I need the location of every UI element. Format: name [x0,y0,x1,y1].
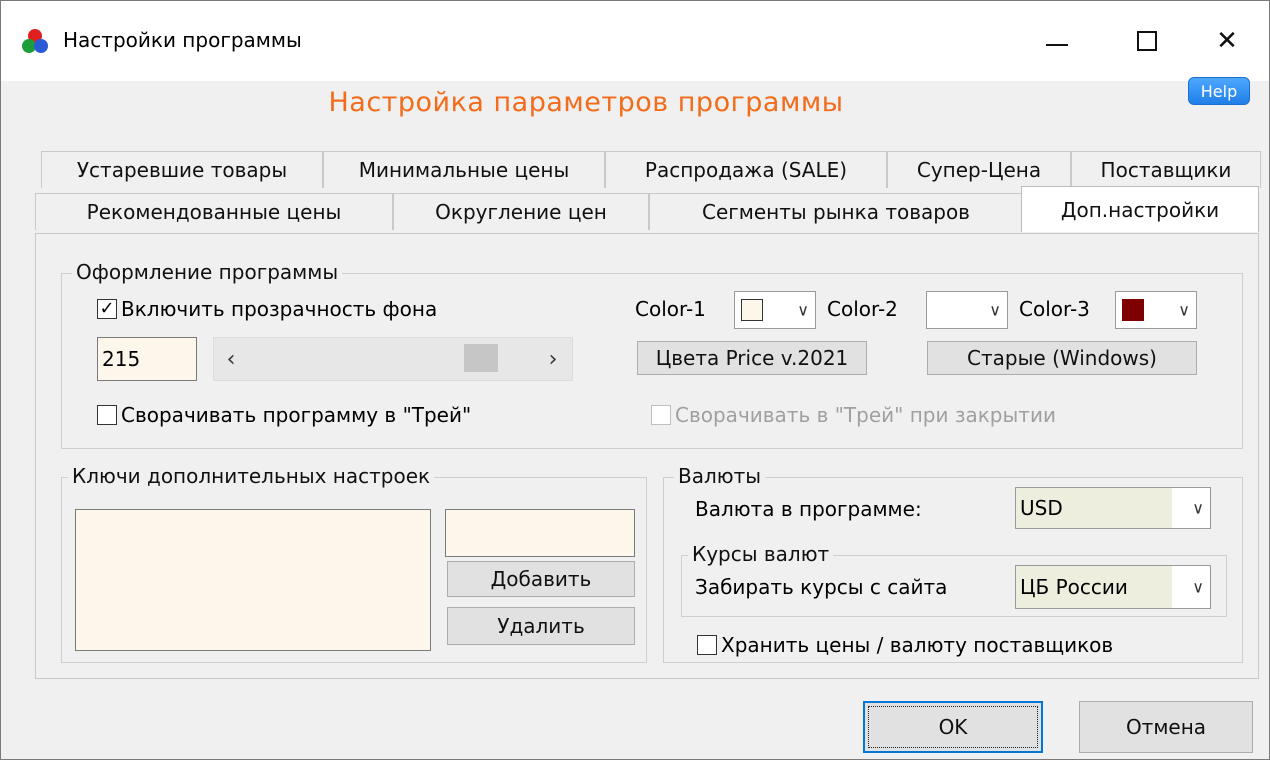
tab-suppliers[interactable]: Поставщики [1071,151,1261,188]
chevron-down-icon: ∨ [797,300,809,320]
key-input[interactable] [445,509,635,557]
currency-group-label: Валюты [674,464,766,488]
scroll-right-arrow-icon[interactable]: › [538,338,568,380]
currency-value: USD [1016,488,1172,528]
color1-label: Color-1 [635,297,706,321]
title-bar: Настройки программы ✕ [1,1,1269,81]
page-heading: Настройка параметров программы [328,87,844,118]
minimize-icon [1046,44,1068,46]
rates-group-label: Курсы валют [688,542,834,566]
tab-extra-settings[interactable]: Доп.настройки [1021,186,1259,232]
chevron-down-icon: ∨ [989,300,1001,320]
currency-label: Валюта в программе: [695,497,922,521]
tray-close-checkbox-box [651,405,671,425]
maximize-button[interactable] [1101,1,1193,81]
tab-price-rounding[interactable]: Округление цен [393,193,649,230]
store-prices-checkbox[interactable]: Хранить цены / валюту поставщиков [697,633,1113,657]
window-title: Настройки программы [63,28,302,52]
store-prices-checkbox-box[interactable] [697,635,717,655]
transparency-slider[interactable]: ‹ › [213,337,573,381]
focus-ring [868,706,1038,748]
tray-checkbox[interactable]: Сворачивать программу в "Трей" [97,403,471,427]
keys-group-label: Ключи дополнительных настроек [68,464,435,488]
close-icon: ✕ [1216,26,1238,56]
transparency-checkbox[interactable]: ✓ Включить прозрачность фона [97,297,437,321]
tray-label: Сворачивать программу в "Трей" [121,403,472,427]
add-key-button[interactable]: Добавить [447,561,635,597]
maximize-icon [1137,31,1157,51]
transparency-checkbox-box[interactable]: ✓ [97,299,117,319]
tray-checkbox-box[interactable] [97,405,117,425]
preset-windows-button[interactable]: Старые (Windows) [927,341,1197,375]
currency-select[interactable]: USD ∨ [1015,487,1211,529]
app-logo-icon [22,29,48,53]
transparency-value-input[interactable]: 215 [97,337,197,381]
rates-label: Забирать курсы с сайта [695,575,948,599]
settings-window: Настройки программы ✕ Help Настройка пар… [0,0,1270,760]
color2-combo[interactable]: ∨ [926,291,1008,329]
color1-combo[interactable]: ∨ [734,291,816,329]
tab-market-segments[interactable]: Сегменты рынка товаров [649,193,1023,230]
close-button[interactable]: ✕ [1181,1,1270,81]
tray-close-label: Сворачивать в "Трей" при закрытии [675,403,1056,427]
chevron-down-icon: ∨ [1192,577,1204,597]
color2-label: Color-2 [827,297,898,321]
scroll-left-arrow-icon[interactable]: ‹ [216,338,246,380]
tab-min-prices[interactable]: Минимальные цены [323,151,605,188]
color3-combo[interactable]: ∨ [1115,291,1197,329]
chevron-down-icon: ∨ [1178,300,1190,320]
help-button[interactable]: Help [1188,77,1250,105]
color1-swatch [741,299,763,321]
color3-label: Color-3 [1019,297,1090,321]
tab-sale[interactable]: Распродажа (SALE) [605,151,887,188]
tab-recommended-prices[interactable]: Рекомендованные цены [35,193,393,230]
color3-swatch [1122,299,1144,321]
scroll-thumb[interactable] [464,344,498,372]
minimize-button[interactable] [1011,1,1103,81]
keys-list[interactable] [75,509,431,651]
store-prices-label: Хранить цены / валюту поставщиков [721,633,1114,657]
chevron-down-icon: ∨ [1192,498,1204,518]
ok-button[interactable]: OK [863,701,1043,753]
tab-outdated-goods[interactable]: Устаревшие товары [41,151,323,188]
transparency-label: Включить прозрачность фона [121,297,438,321]
tab-super-price[interactable]: Супер-Цена [887,151,1071,188]
rates-source-value: ЦБ России [1016,566,1172,608]
tray-close-checkbox: Сворачивать в "Трей" при закрытии [651,403,1056,427]
delete-key-button[interactable]: Удалить [447,607,635,645]
appearance-group-label: Оформление программы [72,260,343,284]
rates-source-select[interactable]: ЦБ России ∨ [1015,565,1211,609]
preset-price-2021-button[interactable]: Цвета Price v.2021 [637,341,867,375]
cancel-button[interactable]: Отмена [1079,701,1253,753]
